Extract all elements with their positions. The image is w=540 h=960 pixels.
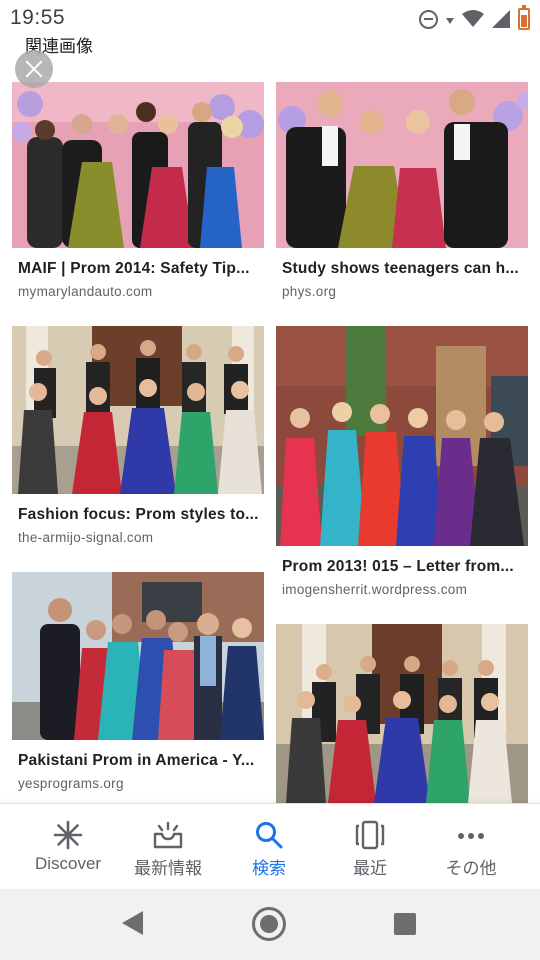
status-icons (419, 5, 530, 31)
result-thumbnail[interactable] (276, 326, 528, 546)
bottom-nav: Discover 最新情報 検索 最近 その他 (0, 803, 540, 889)
prom-photo-2 (276, 82, 528, 248)
result-card[interactable]: Study shows teenagers can h... phys.org (276, 82, 528, 299)
result-card[interactable] (276, 624, 528, 803)
prom-photo-5 (12, 572, 264, 740)
result-title[interactable]: Fashion focus: Prom styles to... (18, 506, 264, 524)
prom-photo-3 (12, 326, 264, 494)
nav-updates[interactable]: 最新情報 (118, 804, 218, 890)
close-button[interactable] (15, 50, 53, 88)
system-nav-bar (0, 889, 540, 960)
result-card[interactable]: Prom 2013! 015 – Letter from... imogensh… (276, 326, 528, 597)
nav-recent[interactable]: 最近 (320, 804, 420, 890)
recents-icon[interactable] (394, 913, 416, 935)
nav-label: 検索 (252, 859, 286, 878)
close-icon (25, 60, 43, 78)
result-title[interactable]: Study shows teenagers can h... (282, 260, 528, 278)
more-dots-icon (458, 833, 484, 839)
nav-label: 最新情報 (134, 859, 202, 878)
nav-label: その他 (445, 859, 497, 878)
result-card[interactable]: Pakistani Prom in America - Y... yesprog… (12, 572, 264, 791)
nav-label: Discover (34, 854, 102, 873)
home-icon[interactable] (252, 907, 286, 941)
prom-photo-4 (276, 326, 528, 546)
result-source: imogensherrit.wordpress.com (282, 582, 468, 597)
result-source: yesprograms.org (18, 776, 124, 791)
result-source: phys.org (282, 284, 337, 299)
result-thumbnail[interactable] (276, 624, 528, 803)
result-card[interactable]: Fashion focus: Prom styles to... the-arm… (12, 326, 264, 545)
recent-cards-icon (355, 820, 385, 850)
result-source: mymarylandauto.com (18, 284, 153, 299)
nav-discover[interactable]: Discover (18, 804, 118, 890)
result-thumbnail[interactable] (12, 82, 264, 248)
signal-icon (492, 10, 510, 28)
prom-photo-6 (276, 624, 528, 803)
prom-photo-1 (12, 82, 264, 248)
status-time: 19:55 (10, 6, 66, 29)
asterisk-icon (53, 820, 83, 850)
result-title[interactable]: MAIF | Prom 2014: Safety Tip... (18, 260, 264, 278)
nav-label: 最近 (353, 859, 387, 878)
search-icon (256, 822, 283, 849)
result-title[interactable]: Prom 2013! 015 – Letter from... (282, 558, 528, 576)
result-card[interactable]: MAIF | Prom 2014: Safety Tip... mymaryla… (12, 82, 264, 299)
result-thumbnail[interactable] (276, 82, 528, 248)
back-icon[interactable] (122, 911, 143, 935)
battery-icon (518, 5, 530, 30)
wifi-icon (462, 10, 484, 27)
result-thumbnail[interactable] (12, 572, 264, 740)
status-bar: 19:55 (0, 0, 540, 36)
updates-tray-icon (153, 821, 183, 849)
data-arrow-icon (446, 18, 454, 24)
result-source: the-armijo-signal.com (18, 530, 154, 545)
nav-more[interactable]: その他 (421, 804, 521, 890)
do-not-disturb-icon (419, 9, 438, 29)
nav-search[interactable]: 検索 (219, 804, 319, 890)
result-thumbnail[interactable] (12, 326, 264, 494)
result-title[interactable]: Pakistani Prom in America - Y... (18, 752, 264, 770)
